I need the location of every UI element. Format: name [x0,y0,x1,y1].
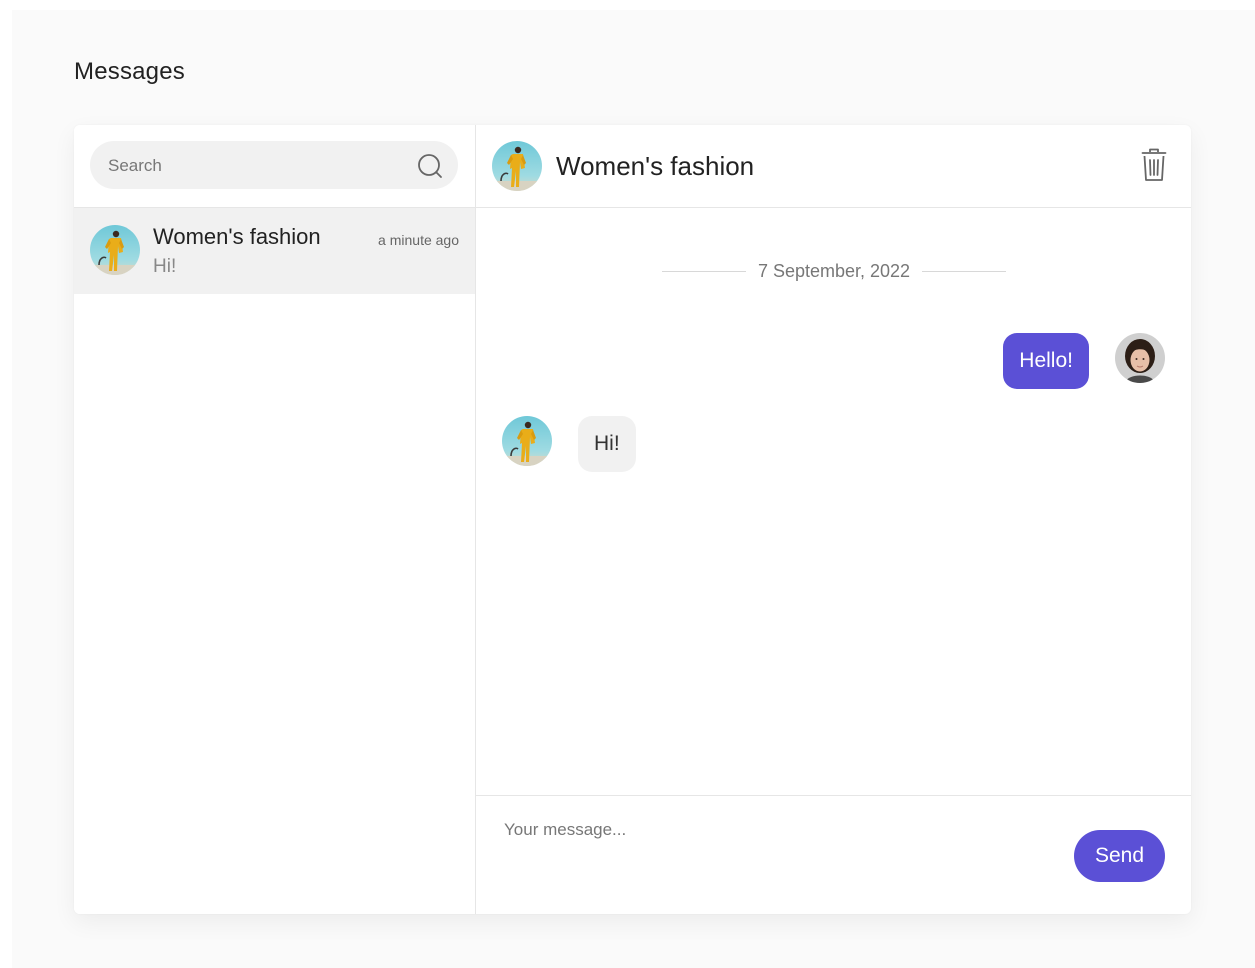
search-bar [74,125,475,208]
conversation-preview: Hi! [153,256,177,277]
date-separator-line-right [922,270,1006,272]
conversation-sidebar: Women's fashion a minute ago Hi! [74,125,476,914]
trash-icon[interactable] [1141,147,1167,183]
date-separator: 7 September, 2022 [662,260,1006,282]
search-box [90,141,458,191]
incoming-message-bubble: Hi! [578,416,636,472]
conversation-avatar [90,225,140,275]
conversation-timestamp: a minute ago [378,232,459,248]
conversation-name: Women's fashion [153,224,321,249]
user-avatar [1115,333,1165,383]
chat-header-avatar [492,141,542,191]
outgoing-message-bubble: Hello! [1003,333,1089,389]
date-separator-line-left [662,270,746,272]
chat-pane: Women's fashion 7 September, 2022 Hello! [476,125,1191,914]
chat-title: Women's fashion [556,151,755,181]
message-composer: Send [476,795,1191,914]
page-title: Messages [74,58,185,85]
conversation-item-womens-fashion[interactable]: Women's fashion a minute ago Hi! [74,208,475,294]
messages-panel: Women's fashion a minute ago Hi! Women's… [74,125,1191,914]
chat-header: Women's fashion [476,125,1191,208]
sender-avatar [502,416,552,466]
search-icon[interactable] [416,152,444,180]
search-input[interactable] [106,141,410,191]
date-separator-label: 7 September, 2022 [757,260,911,281]
send-button[interactable]: Send [1074,830,1165,882]
message-input[interactable] [502,818,1046,902]
